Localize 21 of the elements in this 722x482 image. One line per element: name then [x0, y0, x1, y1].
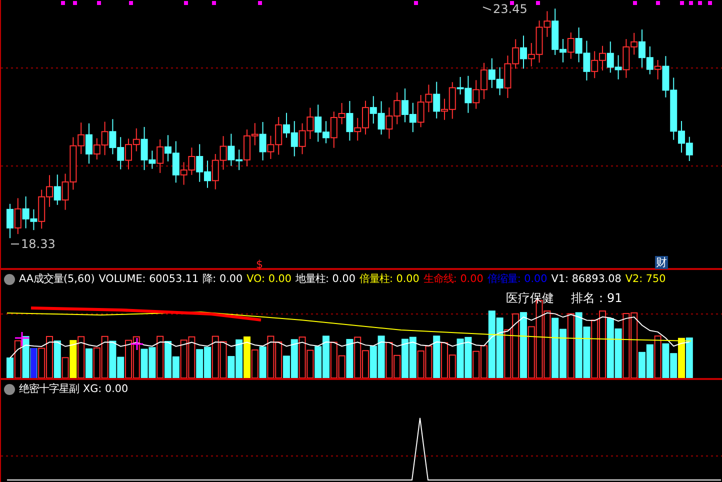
leader-line — [482, 6, 492, 10]
indicator-reading: 倍缩量: 0.00 — [487, 272, 548, 286]
indicator-reading: VO: 0.00 — [246, 273, 292, 285]
indicator-reading: 倍量柱: 0.00 — [359, 272, 420, 286]
indicator-reading: VOLUME: 60053.11 — [98, 273, 199, 285]
indicator-reading: V2: 750 — [625, 273, 666, 285]
indicator-reading: 地量柱: 0.00 — [295, 272, 356, 286]
low-price-label: 18.33 — [21, 237, 56, 251]
high-price-label: 23.45 — [493, 2, 528, 16]
collapse-icon[interactable] — [4, 384, 15, 394]
sector-label: 医疗保健 — [506, 290, 554, 307]
indicator-reading: XG: 0.00 — [83, 383, 128, 395]
indicator-title: AA成交量(5,60) — [19, 272, 95, 286]
indicator-title: 绝密十字星副 — [19, 382, 79, 396]
indicator-reading: 降: 0.00 — [202, 272, 243, 286]
collapse-icon[interactable] — [4, 274, 15, 284]
event-marker: $ — [255, 258, 264, 271]
rank-label: 排名：91 — [571, 290, 622, 307]
event-marker: 财 — [655, 256, 668, 269]
indicator-reading: 生命线: 0.00 — [423, 272, 484, 286]
indicator-reading: V1: 86893.08 — [551, 273, 622, 285]
